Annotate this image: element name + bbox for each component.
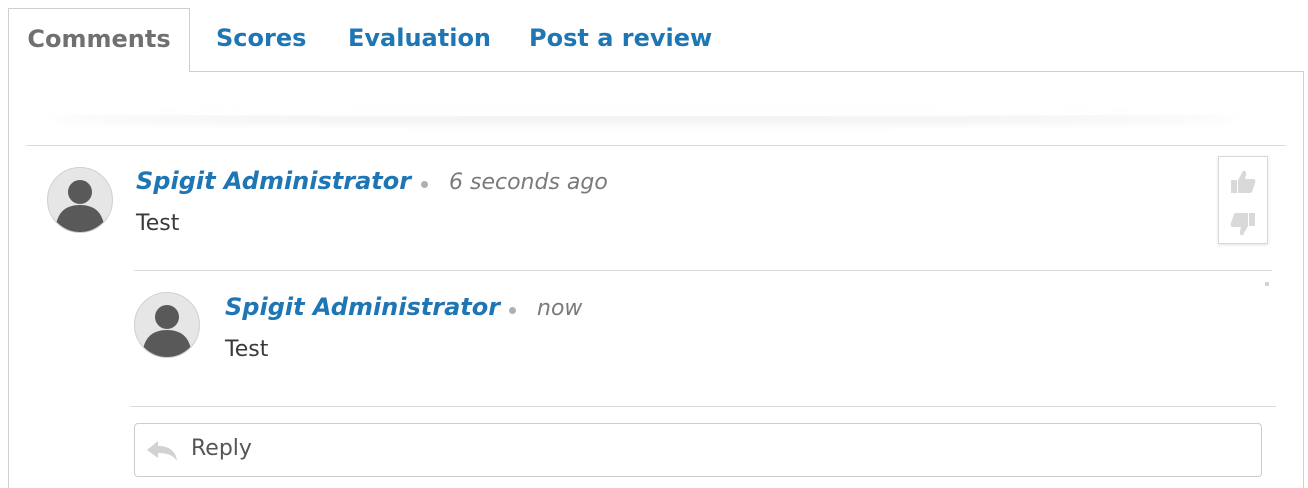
tab-post-a-review[interactable]: Post a review bbox=[529, 8, 712, 70]
comment-timestamp: now bbox=[537, 296, 583, 321]
comments-top-divider bbox=[26, 145, 1286, 146]
reply-thread-divider bbox=[130, 406, 1276, 407]
thumbs-up-icon[interactable] bbox=[1228, 167, 1258, 197]
comment-author[interactable]: Spigit Administrator bbox=[136, 167, 411, 195]
avatar[interactable] bbox=[134, 292, 200, 358]
tab-bar: Comments Scores Evaluation Post a review bbox=[8, 8, 1304, 72]
reply-arrow-icon bbox=[145, 438, 179, 464]
thumbs-down-icon[interactable] bbox=[1228, 209, 1258, 239]
reply-input[interactable]: Reply bbox=[134, 423, 1262, 477]
tab-scores[interactable]: Scores bbox=[216, 8, 306, 70]
vote-box bbox=[1218, 156, 1268, 244]
tab-comments[interactable]: Comments bbox=[8, 8, 190, 72]
tab-evaluation[interactable]: Evaluation bbox=[348, 8, 491, 70]
avatar[interactable] bbox=[47, 167, 113, 233]
separator-dot bbox=[509, 307, 516, 314]
comment-body: Test bbox=[136, 211, 180, 236]
comments-widget: Comments Scores Evaluation Post a review… bbox=[0, 0, 1308, 488]
panel-shadow-divider bbox=[49, 110, 1239, 116]
reply-placeholder: Reply bbox=[191, 436, 252, 461]
default-user-avatar-icon bbox=[55, 180, 105, 232]
reply-divider bbox=[134, 270, 1272, 271]
scroll-indicator bbox=[1265, 282, 1269, 286]
comment-body: Test bbox=[225, 337, 269, 362]
comment-timestamp: 6 seconds ago bbox=[449, 170, 608, 195]
comment-author[interactable]: Spigit Administrator bbox=[225, 293, 500, 321]
default-user-avatar-icon bbox=[142, 305, 192, 357]
separator-dot bbox=[421, 181, 428, 188]
